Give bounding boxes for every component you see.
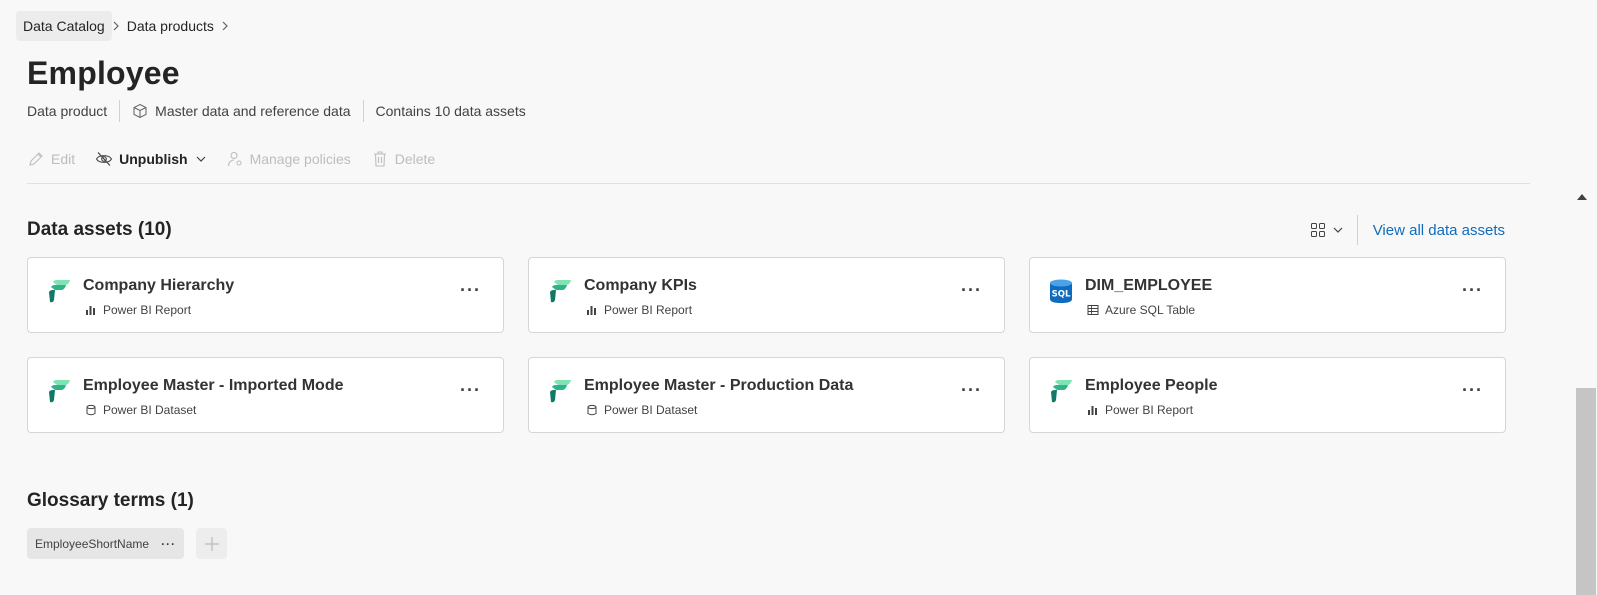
more-options-button[interactable]: ···	[460, 380, 481, 401]
asset-name: Company KPIs	[584, 277, 697, 294]
meta-divider	[362, 100, 364, 122]
toolbar: Edit Unpublish Manage policies Delete	[27, 146, 455, 172]
asset-card[interactable]: Employee Master - Imported Mode Power BI…	[27, 357, 504, 433]
scroll-up-arrow-icon[interactable]	[1576, 192, 1588, 202]
asset-card[interactable]: Employee People Power BI Report ···	[1029, 357, 1506, 433]
unpublish-button[interactable]: Unpublish	[95, 150, 205, 168]
chevron-down-icon	[196, 156, 205, 162]
asset-name: Employee People	[1085, 377, 1218, 394]
more-options-button[interactable]: ···	[961, 280, 982, 301]
view-controls: View all data assets	[1310, 214, 1505, 246]
view-controls-divider	[1356, 215, 1358, 245]
chevron-right-icon	[112, 21, 120, 31]
cube-icon	[132, 103, 148, 119]
glossary-term-chip[interactable]: EmployeeShortName ···	[27, 528, 185, 559]
asset-type: Power BI Report	[586, 303, 692, 317]
data-assets-title: Data assets (10)	[27, 219, 172, 240]
eye-off-icon	[95, 152, 113, 166]
scrollbar-thumb[interactable]	[1576, 388, 1596, 595]
view-toggle-button[interactable]	[1310, 222, 1343, 238]
breadcrumb: Data Catalog Data products	[16, 10, 229, 42]
asset-type-label: Azure SQL Table	[1105, 303, 1196, 317]
asset-type: Power BI Report	[1087, 403, 1193, 417]
meta-divider	[119, 100, 121, 122]
delete-button[interactable]: Delete	[371, 150, 435, 168]
glossary-terms-list: EmployeeShortName ···	[27, 528, 228, 559]
bar-chart-icon	[587, 306, 596, 315]
data-assets-grid: Company Hierarchy Power BI Report ··· Co…	[27, 257, 1506, 433]
scrollbar[interactable]	[1567, 184, 1597, 595]
asset-type: Power BI Dataset	[586, 403, 697, 417]
manage-policies-label: Manage policies	[249, 151, 351, 167]
bar-chart-icon	[86, 306, 95, 315]
bar-chart-icon	[1088, 406, 1097, 415]
unpublish-label: Unpublish	[119, 151, 188, 167]
fabric-icon	[550, 280, 571, 303]
meta-domain[interactable]: Master data and reference data	[155, 103, 350, 119]
page-meta: Data product Master data and reference d…	[27, 100, 526, 122]
more-options-button[interactable]: ···	[961, 380, 982, 401]
page-title: Employee	[27, 55, 180, 91]
pencil-icon	[29, 152, 43, 166]
asset-card[interactable]: Employee Master - Production Data Power …	[528, 357, 1005, 433]
fabric-icon	[49, 380, 70, 403]
meta-type: Data product	[27, 103, 108, 119]
asset-type-label: Power BI Dataset	[103, 403, 197, 417]
database-icon	[587, 404, 597, 416]
chevron-right-icon	[221, 21, 229, 31]
delete-label: Delete	[394, 151, 436, 167]
add-glossary-term-button[interactable]	[196, 528, 228, 559]
more-options-button[interactable]: ···	[1462, 380, 1483, 401]
manage-policies-button[interactable]: Manage policies	[226, 150, 351, 168]
view-all-data-assets-link[interactable]: View all data assets	[1373, 222, 1505, 239]
glossary-term-more-button[interactable]: ···	[161, 537, 176, 551]
sql-badge-text: SQL	[1052, 290, 1071, 300]
sql-icon: SQL	[1050, 279, 1072, 303]
fabric-icon	[550, 380, 571, 403]
breadcrumb-data-catalog[interactable]: Data Catalog	[16, 11, 112, 41]
table-icon	[1087, 305, 1099, 315]
asset-type-label: Power BI Dataset	[604, 403, 698, 417]
person-key-icon	[227, 151, 242, 167]
database-icon	[86, 404, 96, 416]
asset-card[interactable]: SQL DIM_EMPLOYEE Azure SQL Table ···	[1029, 257, 1506, 333]
toolbar-divider	[27, 183, 1530, 184]
asset-name: DIM_EMPLOYEE	[1085, 277, 1213, 294]
fabric-icon	[49, 280, 70, 303]
asset-type: Power BI Report	[85, 303, 191, 317]
plus-icon	[204, 536, 219, 551]
asset-type: Power BI Dataset	[85, 403, 196, 417]
asset-name: Employee Master - Production Data	[584, 377, 854, 394]
asset-name: Company Hierarchy	[83, 277, 235, 294]
asset-type-label: Power BI Report	[1105, 403, 1194, 417]
asset-type-label: Power BI Report	[103, 303, 192, 317]
trash-icon	[373, 151, 386, 167]
edit-button[interactable]: Edit	[27, 150, 75, 168]
meta-assets-count: Contains 10 data assets	[375, 103, 526, 119]
glossary-term-label: EmployeeShortName	[35, 536, 150, 551]
asset-card[interactable]: Company KPIs Power BI Report ···	[528, 257, 1005, 333]
asset-name: Employee Master - Imported Mode	[83, 377, 344, 394]
glossary-terms-title: Glossary terms (1)	[27, 490, 194, 511]
asset-card[interactable]: Company Hierarchy Power BI Report ···	[27, 257, 504, 333]
asset-type-label: Power BI Report	[604, 303, 693, 317]
more-options-button[interactable]: ···	[1462, 280, 1483, 301]
grid-view-icon	[1310, 223, 1325, 237]
asset-type: Azure SQL Table	[1087, 303, 1195, 317]
breadcrumb-data-products[interactable]: Data products	[120, 11, 221, 41]
chevron-down-icon	[1333, 227, 1343, 233]
more-options-button[interactable]: ···	[460, 280, 481, 301]
edit-label: Edit	[51, 151, 76, 167]
fabric-icon	[1051, 380, 1072, 403]
